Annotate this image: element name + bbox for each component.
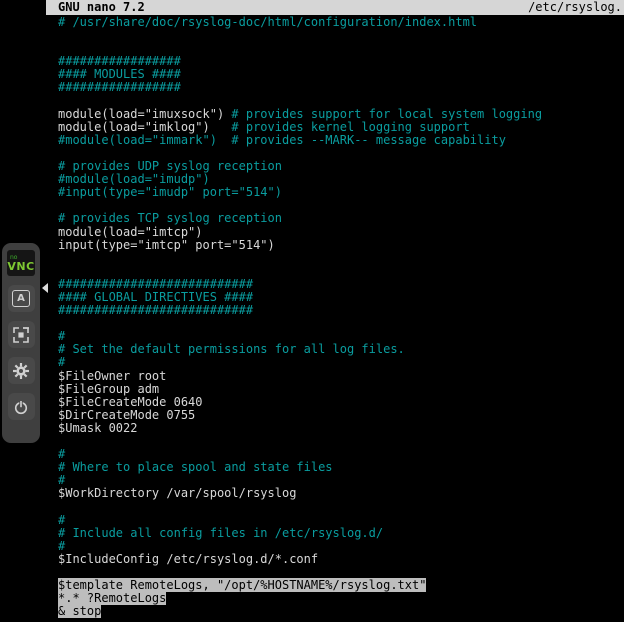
editor-line[interactable]: $DirCreateMode 0755: [58, 409, 624, 422]
editor-line[interactable]: $WorkDirectory /var/spool/rsyslog: [58, 487, 624, 500]
screen: GNU nano 7.2 /etc/rsyslog. # /usr/share/…: [0, 0, 624, 622]
gear-icon: [12, 362, 30, 380]
editor-line[interactable]: [58, 500, 624, 513]
novnc-logo: no VNC: [7, 250, 35, 276]
nano-titlebar: GNU nano 7.2 /etc/rsyslog.: [46, 0, 624, 15]
terminal-window: GNU nano 7.2 /etc/rsyslog. # /usr/share/…: [46, 0, 624, 622]
control-bar-handle[interactable]: [42, 283, 48, 293]
fullscreen-button[interactable]: [8, 321, 35, 348]
editor-line[interactable]: #input(type="imudp" port="514"): [58, 186, 624, 199]
power-button[interactable]: [8, 393, 35, 420]
editor-line[interactable]: [58, 435, 624, 448]
nano-version: GNU nano 7.2: [58, 0, 145, 15]
editor-line[interactable]: #module(load="immark") # provides --MARK…: [58, 134, 624, 147]
editor-line[interactable]: [58, 252, 624, 265]
editor-line[interactable]: # Set the default permissions for all lo…: [58, 343, 624, 356]
novnc-logo-vnc: VNC: [7, 261, 34, 272]
editor-line[interactable]: & stop: [58, 605, 624, 618]
editor-line[interactable]: $Umask 0022: [58, 422, 624, 435]
editor-line[interactable]: input(type="imtcp" port="514"): [58, 239, 624, 252]
editor-line[interactable]: ###########################: [58, 304, 624, 317]
power-icon: [13, 399, 29, 415]
editor-line[interactable]: *.* ?RemoteLogs: [58, 592, 624, 605]
editor-line[interactable]: # Where to place spool and state files: [58, 461, 624, 474]
keyboard-icon: A: [12, 290, 30, 307]
fullscreen-icon: [13, 327, 29, 343]
editor-line[interactable]: # Include all config files in /etc/rsysl…: [58, 527, 624, 540]
settings-button[interactable]: [8, 357, 35, 384]
editor-line[interactable]: $IncludeConfig /etc/rsyslog.d/*.conf: [58, 553, 624, 566]
editor-content[interactable]: # /usr/share/doc/rsyslog-doc/html/config…: [46, 15, 624, 618]
editor-line[interactable]: # /usr/share/doc/rsyslog-doc/html/config…: [58, 16, 624, 29]
editor-line[interactable]: [58, 317, 624, 330]
editor-line[interactable]: #################: [58, 81, 624, 94]
file-path: /etc/rsyslog.: [528, 0, 622, 15]
editor-line[interactable]: [58, 29, 624, 42]
novnc-control-bar: no VNC A: [2, 243, 40, 443]
extra-keys-button[interactable]: A: [8, 285, 35, 312]
